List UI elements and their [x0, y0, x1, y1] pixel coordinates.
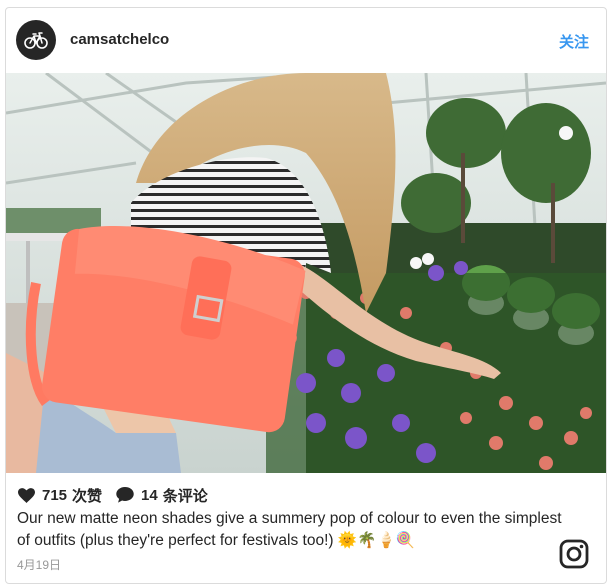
- post-image: [6, 73, 606, 473]
- post-photo[interactable]: [6, 73, 606, 473]
- likes-stat[interactable]: 715 次赞: [18, 485, 102, 506]
- post-date[interactable]: 4月19日: [17, 556, 61, 573]
- post-header: camsatchelco 关注: [6, 8, 606, 72]
- engagement-stats: 715 次赞 14 条评论: [18, 484, 208, 506]
- instagram-icon[interactable]: [559, 539, 589, 574]
- likes-count: 715: [42, 486, 68, 504]
- username[interactable]: camsatchelco: [70, 31, 169, 48]
- instagram-glyph: [559, 539, 589, 569]
- heart-icon: [18, 487, 35, 503]
- follow-button[interactable]: 关注: [559, 31, 589, 52]
- speech-bubble-icon: [116, 487, 134, 503]
- comments-label: 条评论: [162, 487, 208, 505]
- comments-stat[interactable]: 14 条评论: [116, 485, 208, 506]
- likes-label: 次赞: [72, 487, 103, 505]
- comments-count: 14: [141, 486, 158, 504]
- avatar[interactable]: [16, 20, 56, 60]
- instagram-post-card: camsatchelco 关注 715 次赞 14 条评论 Our new ma…: [5, 7, 607, 584]
- bicycle-icon: [24, 32, 48, 49]
- post-caption: Our new matte neon shades give a summery…: [17, 510, 562, 549]
